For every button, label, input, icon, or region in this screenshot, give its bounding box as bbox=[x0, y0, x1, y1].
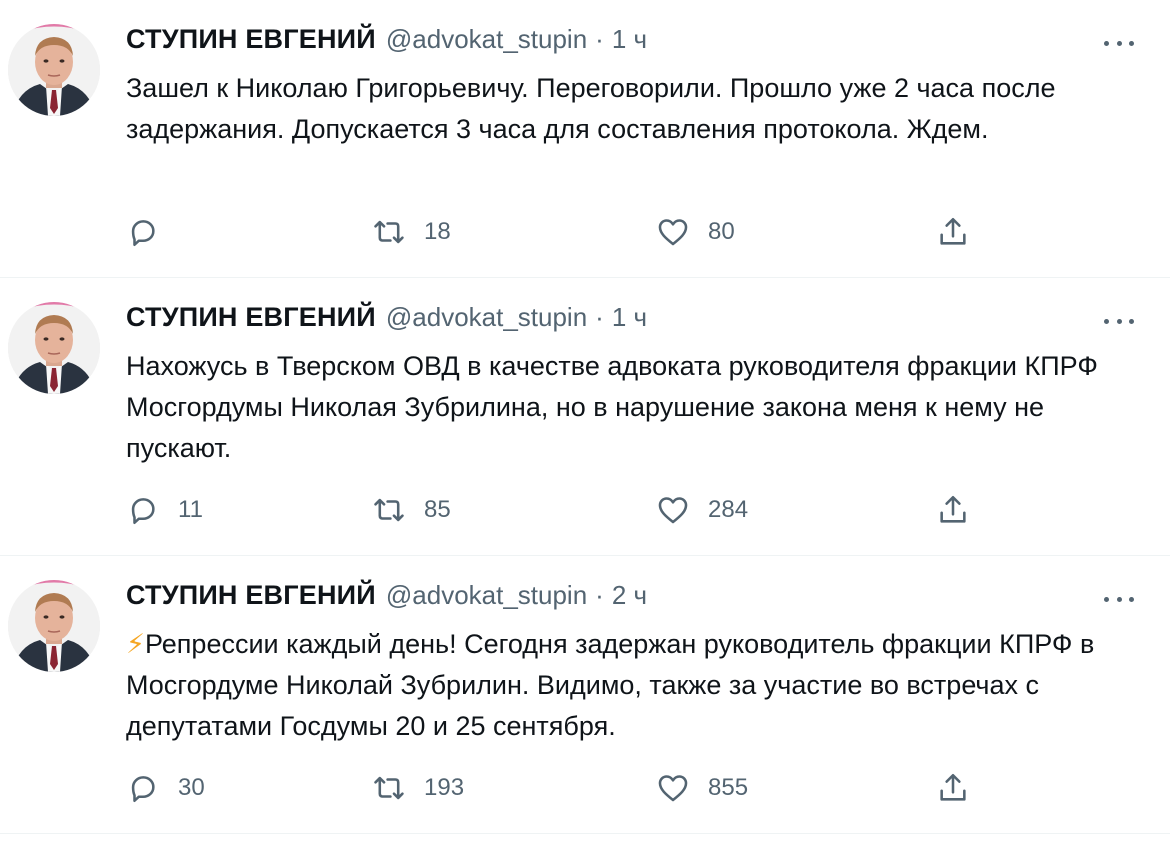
avatar[interactable] bbox=[8, 24, 100, 116]
tweet[interactable]: СТУПИН ЕВГЕНИЙ @advokat_stupin · 1 ч Нах… bbox=[0, 278, 1170, 556]
lightning-emoji: ⚡ bbox=[126, 629, 145, 659]
separator: · bbox=[595, 580, 604, 610]
more-icon[interactable] bbox=[1104, 594, 1134, 604]
timestamp[interactable]: 2 ч bbox=[612, 580, 647, 611]
reply-icon bbox=[131, 220, 155, 247]
author-handle[interactable]: @advokat_stupin bbox=[386, 24, 587, 55]
separator: · bbox=[595, 302, 604, 332]
retweet-button[interactable]: 18 bbox=[372, 210, 451, 254]
like-count: 284 bbox=[708, 496, 749, 523]
more-icon[interactable] bbox=[1104, 38, 1134, 48]
retweet-count: 18 bbox=[424, 218, 451, 245]
like-button[interactable]: 80 bbox=[656, 210, 735, 254]
more-icon[interactable] bbox=[1104, 316, 1134, 326]
retweet-count: 85 bbox=[424, 496, 451, 523]
tweet-header: СТУПИН ЕВГЕНИЙ @advokat_stupin · 2 ч bbox=[126, 580, 647, 620]
reply-button[interactable]: 11 bbox=[126, 488, 203, 532]
tweet-actions: 30 193 855 bbox=[126, 766, 986, 810]
reply-button[interactable]: 30 bbox=[126, 766, 205, 810]
separator: · bbox=[595, 24, 604, 54]
tweet-header: СТУПИН ЕВГЕНИЙ @advokat_stupin · 1 ч bbox=[126, 302, 647, 342]
author-name[interactable]: СТУПИН ЕВГЕНИЙ bbox=[126, 580, 376, 611]
heart-icon bbox=[658, 775, 688, 802]
retweet-button[interactable]: 85 bbox=[372, 488, 451, 532]
heart-icon bbox=[658, 219, 688, 246]
retweet-icon bbox=[374, 776, 404, 800]
author-name[interactable]: СТУПИН ЕВГЕНИЙ bbox=[126, 302, 376, 333]
retweet-icon bbox=[374, 498, 404, 522]
tweet-body: Нахожусь в Тверском ОВД в качестве адвок… bbox=[126, 351, 1098, 463]
tweet-body: Репрессии каждый день! Сегодня задержан … bbox=[126, 629, 1095, 741]
tweet-text: Зашел к Николаю Григорьевичу. Переговори… bbox=[126, 68, 1136, 150]
reply-count: 11 bbox=[178, 496, 203, 523]
tweet[interactable]: СТУПИН ЕВГЕНИЙ @advokat_stupin · 2 ч ⚡Ре… bbox=[0, 556, 1170, 834]
reply-count: 30 bbox=[178, 774, 205, 801]
share-icon bbox=[940, 773, 966, 801]
tweet-text: ⚡Репрессии каждый день! Сегодня задержан… bbox=[126, 624, 1136, 747]
tweet-text: Нахожусь в Тверском ОВД в качестве адвок… bbox=[126, 346, 1136, 469]
author-handle[interactable]: @advokat_stupin bbox=[386, 580, 587, 611]
timestamp[interactable]: 1 ч bbox=[612, 24, 647, 55]
retweet-button[interactable]: 193 bbox=[372, 766, 464, 810]
author-name[interactable]: СТУПИН ЕВГЕНИЙ bbox=[126, 24, 376, 55]
reply-icon bbox=[131, 776, 155, 803]
share-button[interactable] bbox=[936, 488, 970, 532]
like-button[interactable]: 855 bbox=[656, 766, 748, 810]
avatar[interactable] bbox=[8, 580, 100, 672]
tweet[interactable]: СТУПИН ЕВГЕНИЙ @advokat_stupin · 1 ч Заш… bbox=[0, 0, 1170, 278]
tweet-actions: 18 80 bbox=[126, 210, 986, 254]
share-button[interactable] bbox=[936, 766, 970, 810]
share-icon bbox=[940, 217, 966, 245]
retweet-count: 193 bbox=[424, 774, 465, 801]
like-count: 80 bbox=[708, 218, 735, 245]
reply-button[interactable] bbox=[126, 210, 178, 254]
like-count: 855 bbox=[708, 774, 749, 801]
tweet-actions: 11 85 284 bbox=[126, 488, 986, 532]
tweet-body: Зашел к Николаю Григорьевичу. Переговори… bbox=[126, 73, 1056, 144]
share-button[interactable] bbox=[936, 210, 970, 254]
tweet-header: СТУПИН ЕВГЕНИЙ @advokat_stupin · 1 ч bbox=[126, 24, 647, 64]
retweet-icon bbox=[374, 220, 404, 244]
reply-icon bbox=[131, 498, 155, 525]
share-icon bbox=[940, 495, 966, 523]
like-button[interactable]: 284 bbox=[656, 488, 748, 532]
author-handle[interactable]: @advokat_stupin bbox=[386, 302, 587, 333]
heart-icon bbox=[658, 497, 688, 524]
avatar[interactable] bbox=[8, 302, 100, 394]
timestamp[interactable]: 1 ч bbox=[612, 302, 647, 333]
